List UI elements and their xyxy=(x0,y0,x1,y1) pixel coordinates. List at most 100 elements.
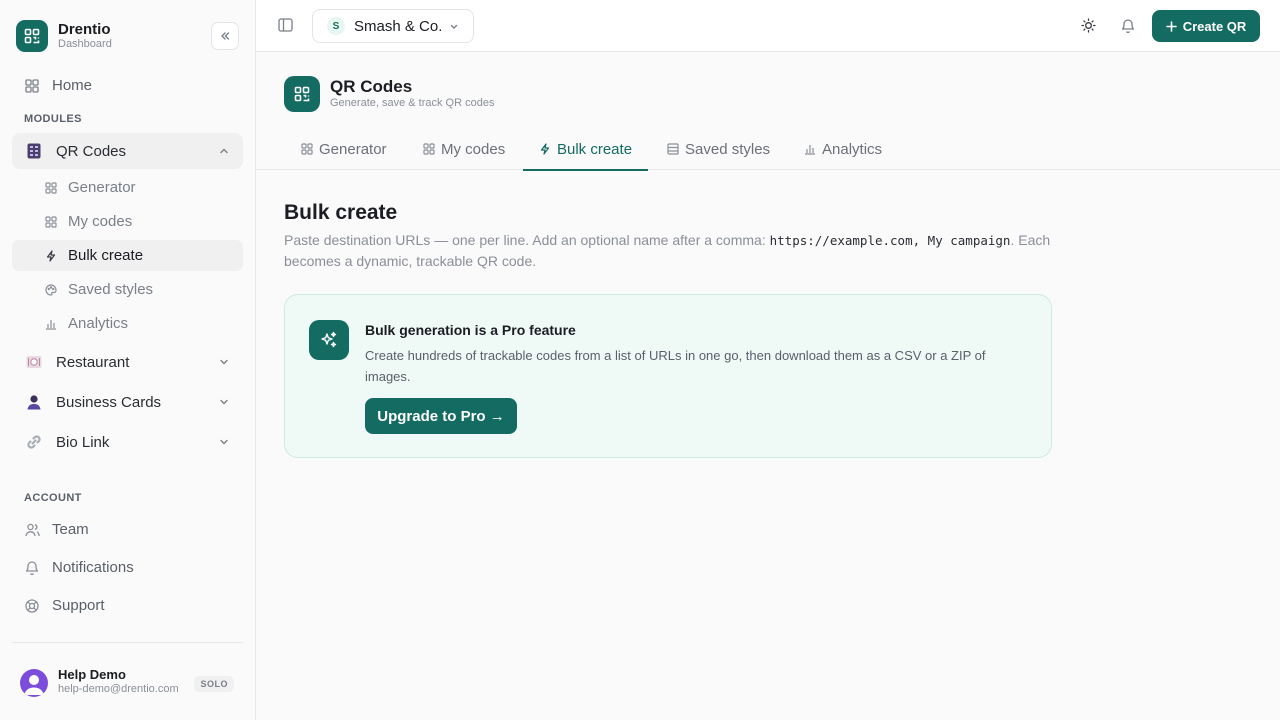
link-icon xyxy=(26,434,42,450)
page-header: QR Codes Generate, save & track QR codes xyxy=(284,76,494,112)
bolt-icon xyxy=(46,249,56,262)
sidebar-item-support[interactable]: Support xyxy=(24,597,105,614)
pro-feature-title: Bulk generation is a Pro feature xyxy=(365,322,576,338)
chevron-down-icon xyxy=(220,359,228,365)
user-name: Help Demo xyxy=(58,667,126,682)
tab-my-codes[interactable]: My codes xyxy=(423,128,505,170)
sidebar-item-label: Home xyxy=(52,77,93,94)
grid-icon xyxy=(423,143,435,155)
person-icon xyxy=(26,394,42,410)
sidebar-item-notifications[interactable]: Notifications xyxy=(24,559,134,576)
page-subtitle: Generate, save & track QR codes xyxy=(330,97,495,109)
brand-name: Drentio xyxy=(58,21,111,38)
sidebar-subitem-bulk-create[interactable]: Bulk create xyxy=(12,240,243,271)
theme-toggle-button[interactable] xyxy=(1081,18,1096,33)
sidebar-module-qr-codes[interactable]: QR Codes xyxy=(12,133,243,169)
sidebar-subitem-label: Saved styles xyxy=(68,281,154,298)
chevron-down-icon xyxy=(450,24,458,29)
bar-chart-icon xyxy=(46,319,56,330)
tab-label: Saved styles xyxy=(685,140,771,158)
pro-feature-description: Create hundreds of trackable codes from … xyxy=(365,348,986,384)
avatar xyxy=(20,668,48,697)
workspace-avatar: S xyxy=(327,17,345,35)
workspace-switcher[interactable]: S Smash & Co. xyxy=(312,9,474,43)
brand[interactable]: Drentio Dashboard xyxy=(16,20,112,52)
workspace-name: Smash & Co. xyxy=(354,17,443,35)
description-text: Paste destination URLs — one per line. A… xyxy=(284,232,770,248)
tab-label: My codes xyxy=(441,140,506,158)
palette-icon xyxy=(45,283,57,296)
sidebar-item-home[interactable]: Home xyxy=(24,77,92,94)
tab-label: Bulk create xyxy=(557,140,633,158)
topbar: S Smash & Co. Create QR xyxy=(256,0,1280,52)
tab-label: Analytics xyxy=(822,140,883,158)
sidebar-subitem-label: Generator xyxy=(68,179,136,196)
section-description: Paste destination URLs — one per line. A… xyxy=(284,230,1064,272)
tab-label: Generator xyxy=(319,140,387,158)
plus-icon xyxy=(1165,20,1177,32)
sidebar-divider xyxy=(12,642,243,643)
bell-icon xyxy=(24,560,40,576)
sidebar-subitem-analytics[interactable]: Analytics xyxy=(12,308,243,339)
sidebar-item-label: Notifications xyxy=(52,559,134,576)
sidebar-module-business-cards[interactable]: Business Cards xyxy=(12,384,243,420)
bolt-icon xyxy=(540,143,550,155)
chevron-down-icon xyxy=(220,439,228,445)
qr-module-icon xyxy=(26,143,42,159)
bar-chart-icon xyxy=(805,145,815,155)
user-profile[interactable]: Help Demo help-demo@drentio.com SOLO xyxy=(20,668,236,697)
page-title: QR Codes xyxy=(330,77,413,96)
upgrade-to-pro-button[interactable]: Upgrade to Pro → xyxy=(365,398,517,434)
user-email: help-demo@drentio.com xyxy=(58,683,179,695)
sidebar: Drentio Dashboard Home MODULES QR Codes … xyxy=(0,0,256,720)
collapse-sidebar-button[interactable] xyxy=(211,22,239,50)
grid-icon xyxy=(45,181,57,194)
plate-icon xyxy=(26,354,42,370)
plan-badge: SOLO xyxy=(194,676,234,692)
grid-icon xyxy=(301,143,313,155)
toggle-sidebar-button[interactable] xyxy=(278,18,293,32)
pro-feature-card: Bulk generation is a Pro feature Create … xyxy=(284,294,1052,458)
sidebar-subitem-my-codes[interactable]: My codes xyxy=(12,206,243,237)
chevron-down-icon xyxy=(220,399,228,405)
sidebar-module-restaurant[interactable]: Restaurant xyxy=(12,344,243,380)
sparkles-icon xyxy=(309,320,349,360)
section-title: Bulk create xyxy=(284,201,398,224)
sidebar-subitem-label: Analytics xyxy=(68,315,129,332)
double-chevron-left-icon xyxy=(221,32,230,40)
create-qr-button[interactable]: Create QR xyxy=(1152,10,1260,42)
tab-bar: Generator My codes Bulk create Saved sty… xyxy=(256,128,1280,171)
grid-icon xyxy=(45,215,57,228)
sidebar-item-team[interactable]: Team xyxy=(24,521,89,538)
bell-icon xyxy=(1121,19,1135,33)
lifebuoy-icon xyxy=(24,598,40,614)
qr-code-icon xyxy=(284,76,320,112)
sidebar-module-label: Bio Link xyxy=(56,433,110,451)
sidebar-subitem-label: My codes xyxy=(68,213,133,230)
sidebar-module-bio-link[interactable]: Bio Link xyxy=(12,424,243,460)
grid-icon xyxy=(24,78,40,94)
sun-icon xyxy=(1081,18,1096,33)
brand-subtitle: Dashboard xyxy=(58,38,112,50)
modules-section-label: MODULES xyxy=(24,113,82,125)
sidebar-module-label: Business Cards xyxy=(56,393,162,411)
sidebar-item-label: Support xyxy=(52,597,105,614)
users-icon xyxy=(24,522,40,538)
sidebar-subitem-saved-styles[interactable]: Saved styles xyxy=(12,274,243,305)
panel-left-icon xyxy=(278,18,293,32)
tab-saved-styles[interactable]: Saved styles xyxy=(667,128,770,170)
tab-generator[interactable]: Generator xyxy=(301,128,387,170)
tab-bulk-create[interactable]: Bulk create xyxy=(522,128,649,171)
sidebar-module-label: QR Codes xyxy=(56,142,127,160)
notifications-button[interactable] xyxy=(1121,18,1135,33)
layout-icon xyxy=(667,143,679,155)
create-qr-label: Create QR xyxy=(1182,18,1247,34)
sidebar-subitem-label: Bulk create xyxy=(68,247,144,264)
sidebar-subitem-generator[interactable]: Generator xyxy=(12,172,243,203)
chevron-up-icon xyxy=(220,148,228,154)
account-section-label: ACCOUNT xyxy=(24,492,82,504)
sidebar-item-label: Team xyxy=(52,521,89,538)
tab-analytics[interactable]: Analytics xyxy=(804,128,882,170)
sidebar-module-label: Restaurant xyxy=(56,353,130,371)
description-example-code: https://example.com, My campaign xyxy=(769,233,1011,248)
